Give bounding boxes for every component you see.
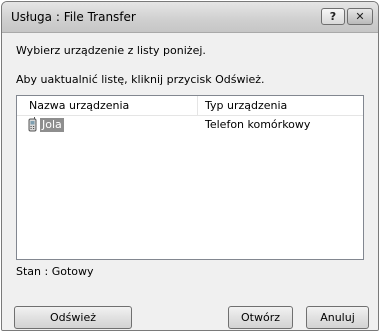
close-icon: ✕ bbox=[355, 10, 365, 23]
open-button[interactable]: Otwórz bbox=[228, 306, 293, 329]
refresh-button[interactable]: Odśwież bbox=[14, 306, 132, 329]
help-icon: ? bbox=[329, 10, 337, 23]
cancel-button[interactable]: Anuluj bbox=[306, 306, 369, 329]
dialog-content: Wybierz urządzenie z listy poniżej. Aby … bbox=[2, 33, 378, 330]
column-divider[interactable] bbox=[197, 96, 198, 115]
instruction-select-device: Wybierz urządzenie z listy poniżej. bbox=[16, 44, 206, 57]
mobile-phone-icon bbox=[28, 117, 37, 132]
device-type-cell: Telefon komórkowy bbox=[205, 118, 311, 131]
instruction-refresh-list: Aby uaktualnić listę, kliknij przycisk O… bbox=[16, 73, 265, 86]
column-header-device-type[interactable]: Typ urządzenia bbox=[205, 99, 287, 112]
list-header: Nazwa urządzenia Typ urządzenia bbox=[17, 96, 363, 116]
close-button[interactable]: ✕ bbox=[347, 8, 373, 25]
status-text: Stan : Gotowy bbox=[16, 265, 94, 278]
help-button[interactable]: ? bbox=[321, 8, 345, 25]
file-transfer-dialog: Usługa : File Transfer ? ✕ Wybierz urząd… bbox=[1, 1, 379, 331]
title-bar[interactable]: Usługa : File Transfer ? ✕ bbox=[2, 2, 378, 33]
column-header-device-name[interactable]: Nazwa urządzenia bbox=[29, 99, 129, 112]
list-item[interactable]: Jola Telefon komórkowy bbox=[18, 117, 362, 134]
device-list[interactable]: Nazwa urządzenia Typ urządzenia Jola Tel… bbox=[16, 95, 364, 260]
device-name-cell: Jola bbox=[40, 118, 64, 132]
window-title: Usługa : File Transfer bbox=[11, 10, 136, 24]
